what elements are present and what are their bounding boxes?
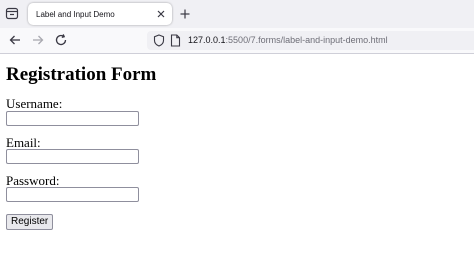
close-icon[interactable] <box>155 8 167 20</box>
username-label: Username: <box>6 96 63 111</box>
register-button[interactable]: Register <box>6 214 54 230</box>
url-host: 127.0.0.1 <box>188 35 226 45</box>
page-content: Registration Form Username: Email: Passw… <box>0 54 474 257</box>
url-text[interactable]: 127.0.0.1:5500/7.forms/label-and-input-d… <box>188 34 388 47</box>
reload-icon[interactable] <box>54 33 68 47</box>
tab-list-icon[interactable] <box>5 6 19 20</box>
url-path: :5500/7.forms/label-and-input-demo.html <box>225 35 388 45</box>
username-input[interactable] <box>6 111 139 126</box>
email-label: Email: <box>6 135 41 150</box>
password-label: Password: <box>6 173 60 188</box>
page-title: Registration Form <box>6 64 157 85</box>
back-arrow-icon[interactable] <box>8 33 22 47</box>
shield-icon[interactable] <box>153 34 165 47</box>
plus-icon[interactable] <box>178 7 192 21</box>
page-icon[interactable] <box>170 34 181 47</box>
tab-title: Label and Input Demo <box>36 9 115 19</box>
browser-tab[interactable]: Label and Input Demo <box>28 3 172 25</box>
browser-nav-bar: 127.0.0.1:5500/7.forms/label-and-input-d… <box>0 28 474 54</box>
browser-tab-bar: Label and Input Demo <box>0 0 474 28</box>
password-input[interactable] <box>6 187 139 202</box>
forward-arrow-icon[interactable] <box>31 33 45 47</box>
url-bar[interactable]: 127.0.0.1:5500/7.forms/label-and-input-d… <box>147 31 474 50</box>
email-input[interactable] <box>6 149 139 164</box>
